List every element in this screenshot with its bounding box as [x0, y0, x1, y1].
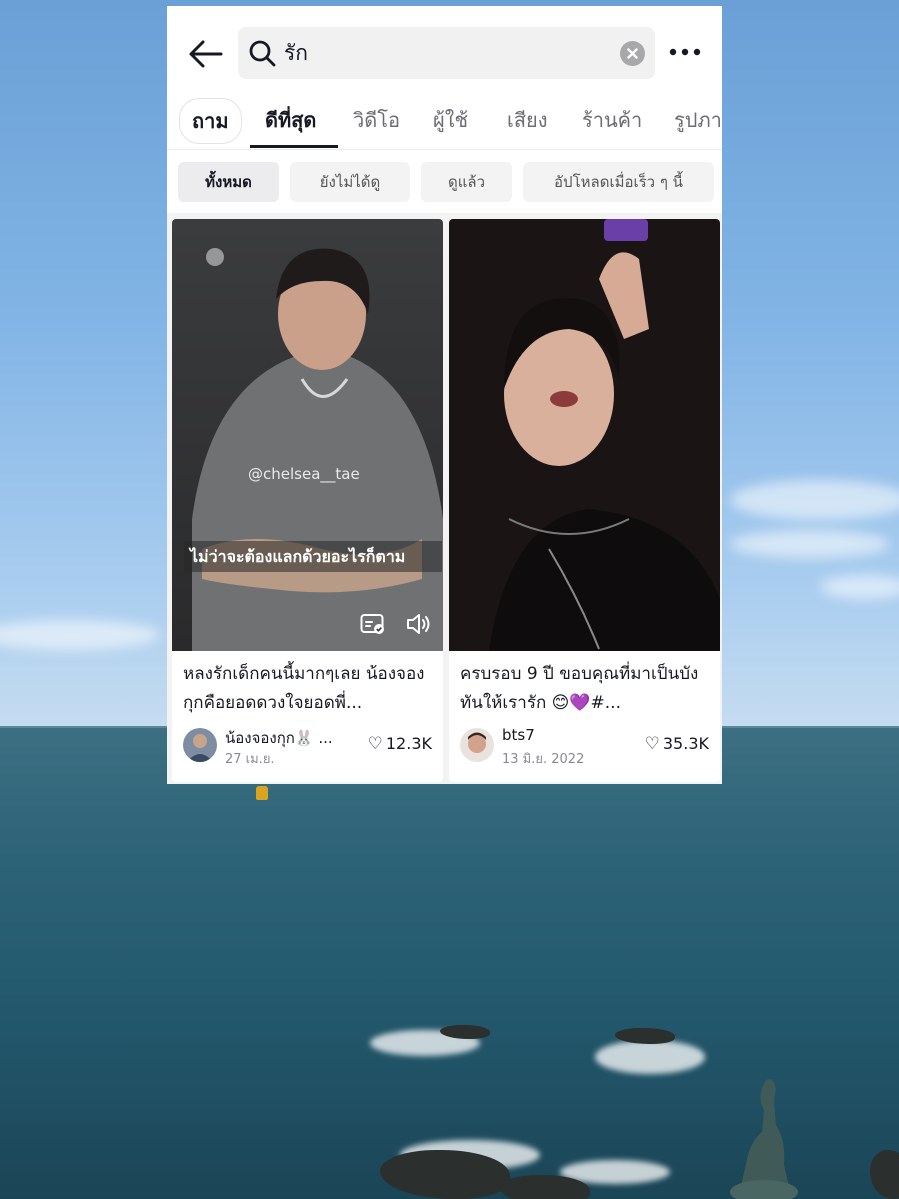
tab-top[interactable]: ดีที่สุด: [265, 98, 316, 146]
search-bar[interactable]: [238, 27, 655, 79]
like-count-value: 35.3K: [662, 734, 709, 753]
search-icon: [249, 40, 276, 67]
tab-photos[interactable]: รูปภา: [674, 98, 722, 146]
video-caption: หลงรักเด็กคนนี้มากๆเลย น้องจองกุกคือยอดด…: [183, 664, 425, 713]
tab-sounds[interactable]: เสียง: [507, 98, 548, 146]
cloud: [820, 575, 899, 599]
author-row: น้องจองกุก🐰 ... 27 เม.ย. ♡ 12.3K: [183, 728, 438, 768]
arrow-left-icon: [189, 40, 223, 68]
filter-chips: ทั้งหมด ยังไม่ได้ดู ดูแล้ว อัปโหลดเมื่อเ…: [167, 158, 722, 206]
filter-all[interactable]: ทั้งหมด: [178, 162, 279, 202]
video-thumbnail: [449, 219, 720, 651]
author-row: bts7 13 มิ.ย. 2022 ♡ 35.3K: [460, 726, 715, 768]
volume-icon[interactable]: [405, 612, 433, 636]
clear-search-button[interactable]: [620, 41, 645, 66]
search-input[interactable]: [284, 39, 584, 67]
tab-videos[interactable]: วิดีโอ: [353, 98, 400, 146]
active-tab-indicator: [250, 145, 338, 148]
video-card[interactable]: ครบรอบ 9 ปี ขอบคุณที่มาเป็นบังทันให้เราร…: [449, 219, 720, 782]
filter-unwatched[interactable]: ยังไม่ได้ดู: [290, 162, 410, 202]
avatar[interactable]: [183, 728, 217, 762]
like-count: ♡ 35.3K: [645, 734, 709, 754]
search-results-panel: ถาม ดีที่สุด วิดีโอ ผู้ใช้ เสียง ร้านค้า…: [167, 6, 722, 784]
avatar-image: [183, 728, 217, 762]
avatar-image: [460, 728, 494, 762]
tab-users[interactable]: ผู้ใช้: [433, 98, 468, 146]
more-button[interactable]: [665, 42, 705, 62]
tab-ask[interactable]: ถาม: [179, 98, 242, 144]
cloud: [730, 530, 890, 558]
heart-icon: ♡: [367, 734, 383, 754]
like-count: ♡ 12.3K: [368, 734, 432, 754]
video-caption: ครบรอบ 9 ปี ขอบคุณที่มาเป็นบังทันให้เราร…: [460, 664, 699, 713]
person-thumbnail-image: [172, 219, 443, 651]
author-name[interactable]: น้องจองกุก🐰 ...: [225, 726, 350, 750]
filter-recent[interactable]: อัปโหลดเมื่อเร็ว ๆ นี้: [523, 162, 714, 202]
video-card[interactable]: @chelsea__tae ไม่ว่าจะต้องแลกด้วยอะไรก็ต…: [172, 219, 443, 782]
person-thumbnail-image: [449, 219, 720, 651]
more-icon: [669, 48, 701, 56]
search-tabs: ถาม ดีที่สุด วิดีโอ ผู้ใช้ เสียง ร้านค้า…: [167, 98, 722, 150]
heart-icon: ♡: [644, 734, 660, 754]
clear-icon: [627, 48, 638, 59]
filter-watched[interactable]: ดูแล้ว: [421, 162, 512, 202]
back-button[interactable]: [187, 38, 225, 70]
post-date: 13 มิ.ย. 2022: [502, 752, 585, 767]
tabs-divider: [167, 149, 722, 150]
captions-icon[interactable]: [360, 613, 386, 635]
watermark-text: @chelsea__tae: [248, 465, 360, 483]
post-date: 27 เม.ย.: [225, 752, 275, 767]
cloud: [730, 480, 899, 520]
search-header: [167, 6, 722, 96]
buoy: [256, 786, 268, 800]
wave: [595, 1040, 705, 1074]
author-name[interactable]: bts7: [502, 726, 627, 744]
tab-shop[interactable]: ร้านค้า: [582, 98, 642, 146]
mermaid-statue: [730, 1079, 798, 1199]
video-thumbnail: @chelsea__tae ไม่ว่าจะต้องแลกด้วยอะไรก็ต…: [172, 219, 443, 651]
like-count-value: 12.3K: [385, 734, 432, 753]
avatar[interactable]: [460, 728, 494, 762]
video-overlay-caption: ไม่ว่าจะต้องแลกด้วยอะไรก็ตาม: [184, 541, 442, 572]
